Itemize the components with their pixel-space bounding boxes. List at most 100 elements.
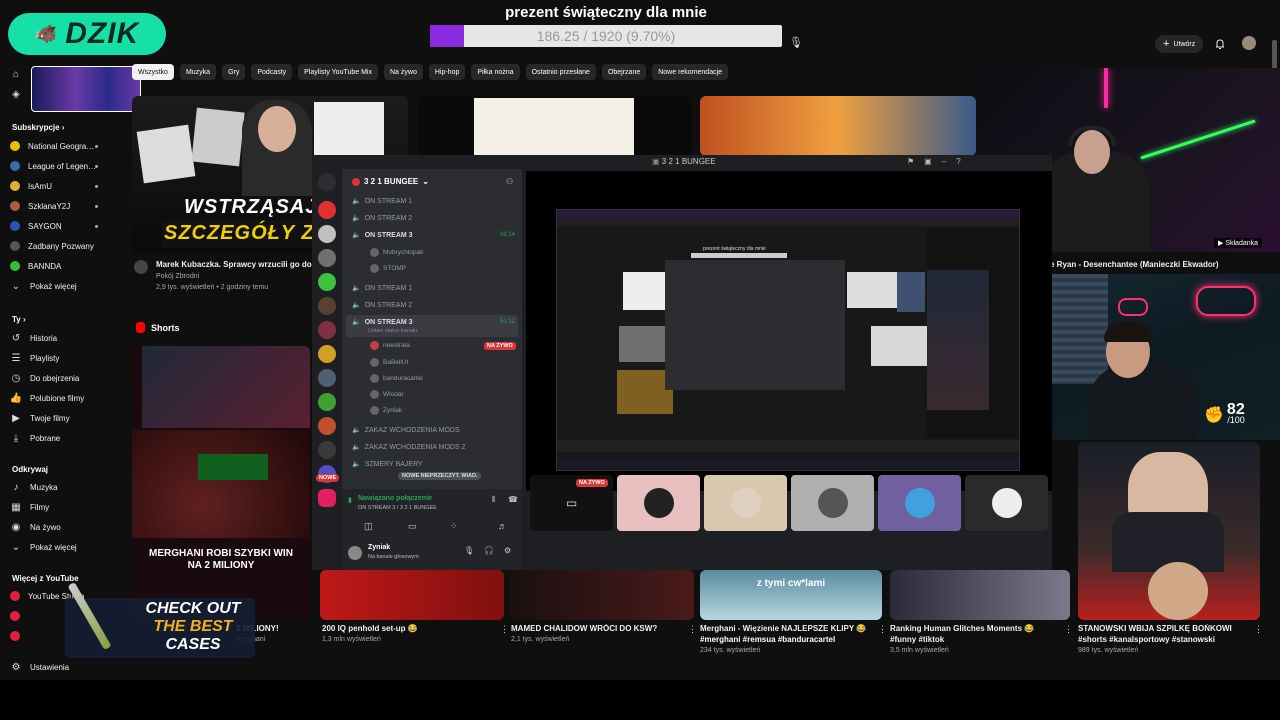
participant-tile[interactable] — [965, 475, 1048, 531]
sidebar-item-downloads[interactable]: ⤓ Pobrane — [10, 430, 60, 446]
short-title[interactable]: STANOWSKI WBIJA SZPILKĘ BOŃKOWI — [1078, 624, 1248, 633]
sidebar-sub[interactable]: SAYGON — [10, 218, 62, 234]
server-icon[interactable] — [318, 173, 336, 191]
short-thumbnail[interactable]: z tymi cw*lami — [700, 570, 882, 620]
chip[interactable]: Gry — [222, 64, 246, 80]
server-icon[interactable] — [318, 273, 336, 291]
minimize-icon[interactable]: – — [942, 157, 946, 166]
voice-user[interactable]: STOMP — [370, 264, 406, 273]
chip[interactable]: Nowe rekomendacje — [652, 64, 729, 80]
voice-channel[interactable]: 🔈 ON STREAM 2 — [352, 301, 412, 310]
short-title[interactable]: 200 IQ penhold set-up 😂 — [322, 624, 492, 633]
server-icon[interactable] — [318, 393, 336, 411]
more-options-icon[interactable]: ⋮ — [688, 624, 697, 635]
short-thumbnail[interactable] — [510, 570, 694, 620]
voice-channel[interactable]: 🔈 ON STREAM 2 — [352, 214, 412, 223]
voice-channel[interactable]: 🔈 ON STREAM 1 — [352, 197, 412, 206]
camera-icon[interactable]: ◫ — [364, 521, 373, 532]
sidebar-item-music-app[interactable] — [10, 608, 20, 624]
short-title[interactable]: MAMED CHALIDOW WRÓCI DO KSW? — [511, 624, 686, 633]
server-icon[interactable] — [318, 441, 336, 459]
voice-channel-active[interactable]: 🔈 ON STREAM 3 — [352, 318, 413, 327]
short-thumbnail[interactable] — [1078, 442, 1260, 620]
sidebar-item-playlists[interactable]: ☰ Playlisty — [10, 350, 60, 366]
participant-tile[interactable] — [617, 475, 700, 531]
more-options-icon[interactable]: ⋮ — [878, 624, 887, 635]
participant-tile[interactable] — [791, 475, 874, 531]
soundboard-icon[interactable]: ♬ — [498, 521, 507, 531]
voice-user[interactable]: neestrala — [370, 341, 410, 350]
channel-avatar[interactable] — [134, 260, 148, 274]
server-icon[interactable] — [318, 345, 336, 363]
sidebar-item-movies[interactable]: ▦ Filmy — [10, 499, 49, 515]
mic-icon[interactable]: 🎙 — [464, 546, 474, 555]
participant-tile[interactable] — [704, 475, 787, 531]
help-icon[interactable]: ? — [956, 157, 960, 166]
pin-icon[interactable]: ⚑ — [907, 157, 914, 166]
voice-channel[interactable]: 🔈 ZAKAZ WCHODZENIA MODS — [352, 426, 460, 435]
sidebar-sub[interactable]: Zadbany Pozwany — [10, 238, 94, 254]
sidebar-sub[interactable]: BANNDA — [10, 258, 61, 274]
sidebar-item-settings[interactable]: ⚙ Ustawienia — [10, 659, 70, 675]
sidebar-sub[interactable]: League of Legen… — [10, 158, 96, 174]
sidebar-sub[interactable]: SzklanaY2J — [10, 198, 70, 214]
show-more-explore[interactable]: ⌄ Pokaż więcej — [10, 539, 77, 555]
server-icon[interactable] — [318, 249, 336, 267]
voice-channel[interactable]: 🔈 ZAKAZ WCHODZENIA MODS 2 — [352, 443, 465, 452]
more-options-icon[interactable]: ⋮ — [1064, 624, 1073, 635]
bell-icon[interactable] — [1214, 37, 1226, 49]
video-thumbnail[interactable] — [700, 96, 976, 156]
sidebar-item-history[interactable]: ↺ Historia — [10, 330, 57, 346]
server-icon[interactable] — [318, 417, 336, 435]
server-icon[interactable] — [318, 201, 336, 219]
server-header[interactable]: 3 2 1 BUNGEE ⌄ — [352, 177, 429, 186]
you-header[interactable]: Ty › — [12, 315, 26, 324]
sidebar-item-your-videos[interactable]: ▶ Twoje filmy — [10, 410, 69, 426]
chip[interactable]: Playlisty YouTube Mix — [298, 64, 378, 80]
disconnect-icon[interactable]: ☎ — [508, 495, 518, 504]
server-icon[interactable] — [318, 321, 336, 339]
short-tags[interactable]: #merghani #remsua #banduracartel — [700, 635, 878, 644]
chip[interactable]: Ostatnio przesłane — [525, 64, 596, 80]
sidebar-item-watch-later[interactable]: ◷ Do obejrzenia — [10, 370, 80, 386]
video-title[interactable]: e Ryan - Desenchantee (Manieczki Ekwador… — [1050, 260, 1260, 269]
more-options-icon[interactable]: ⋮ — [500, 624, 509, 635]
voice-channel[interactable]: 🔈 ON STREAM 1 — [352, 284, 412, 293]
voice-channel[interactable]: 🔈 ON STREAM 3 — [352, 231, 413, 240]
voice-channel[interactable]: 🔈 SZMERY BAJERY — [352, 460, 423, 469]
gear-icon[interactable]: ⚙ — [504, 546, 511, 555]
more-options-icon[interactable]: ⋮ — [1254, 624, 1263, 635]
short-title[interactable]: Merghani - Więzienie NAJLEPSZE KLIPY 😂 — [700, 624, 878, 633]
avatar[interactable] — [348, 546, 362, 560]
chip[interactable]: Na żywo — [384, 64, 423, 80]
video-channel[interactable]: Pokój Zbrodni — [156, 273, 199, 280]
chip[interactable]: Obejrzane — [601, 64, 647, 80]
sidebar-sub[interactable]: National Geogra… — [10, 138, 94, 154]
sidebar-item-music[interactable]: ♪ Muzyka — [10, 479, 58, 495]
short-title[interactable]: Ranking Human Glitches Moments 😂 — [890, 624, 1060, 633]
sidebar-item-kids[interactable] — [10, 628, 20, 644]
activity-icon[interactable]: ⁘ — [450, 521, 458, 532]
sidebar-item-home[interactable]: ⌂ — [10, 66, 22, 82]
server-icon[interactable] — [318, 489, 336, 507]
show-more-subs[interactable]: ⌄ Pokaż więcej — [10, 278, 77, 294]
chip[interactable]: Hip-hop — [428, 64, 466, 80]
sidebar-item-live[interactable]: ◉ Na żywo — [10, 519, 61, 535]
add-user-icon[interactable]: ⚇ — [506, 177, 513, 186]
voice-user[interactable]: Wlodar — [370, 390, 404, 399]
participant-tile[interactable]: ▭ NA ŻYWO — [530, 475, 613, 531]
server-icon[interactable] — [318, 225, 336, 243]
avatar[interactable] — [1242, 36, 1256, 50]
channel-status[interactable]: Ustaw status kanału — [368, 328, 417, 334]
scrollbar[interactable] — [1272, 40, 1277, 70]
chip[interactable]: Piłka nożna — [471, 64, 520, 80]
short-thumbnail[interactable] — [320, 570, 504, 620]
inbox-icon[interactable]: ▣ — [924, 157, 932, 166]
mic-icon[interactable]: 🎙 — [789, 36, 803, 50]
noise-icon[interactable]: ⦀ — [492, 495, 496, 505]
subscriptions-header[interactable]: Subskrypcje › — [12, 123, 64, 132]
sidebar-item-liked[interactable]: 👍 Polubione filmy — [10, 390, 84, 406]
voice-user[interactable]: Mobrychlopak — [370, 248, 423, 257]
server-icon[interactable] — [318, 297, 336, 315]
short-thumbnail[interactable]: MERGHANI ROBI SZYBKI WIN NA 2 MILIONY — [132, 346, 310, 620]
